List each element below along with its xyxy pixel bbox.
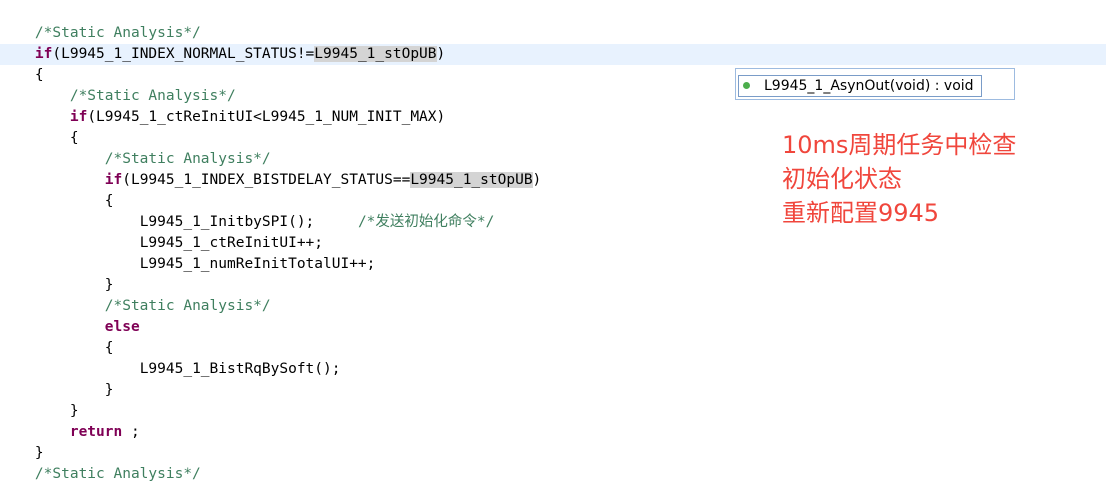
code-brace: { xyxy=(104,340,114,356)
code-line: } xyxy=(0,380,1106,401)
code-line: /*Static Analysis*/ xyxy=(0,464,1106,485)
code-text: ; xyxy=(122,424,140,440)
keyword-if: if xyxy=(69,109,88,125)
annotation-line: 初始化状态 xyxy=(782,165,902,193)
method-icon xyxy=(743,82,750,89)
autocomplete-item[interactable]: L9945_1_AsynOut(void) : void xyxy=(738,75,982,97)
code-brace: } xyxy=(104,382,114,398)
code-text: L9945_1_numReInitTotalUI++; xyxy=(139,256,376,272)
code-line: else xyxy=(0,317,1106,338)
code-text: ) xyxy=(436,46,446,62)
code-text: L9945_1_BistRqBySoft(); xyxy=(139,361,341,377)
annotation-note: 10ms周期任务中检查 初始化状态 重新配置9945 xyxy=(782,128,1016,230)
annotation-line: 10ms周期任务中检查 xyxy=(782,131,1017,159)
code-brace: } xyxy=(34,445,44,461)
code-line: } xyxy=(0,275,1106,296)
highlighted-identifier: L9945_1_stOpUB xyxy=(410,172,533,188)
code-line-current: if(L9945_1_INDEX_NORMAL_STATUS!=L9945_1_… xyxy=(0,44,1106,65)
autocomplete-popup[interactable]: L9945_1_AsynOut(void) : void xyxy=(735,68,1015,100)
code-comment: /*Static Analysis*/ xyxy=(104,151,271,167)
code-text: (L9945_1_INDEX_BISTDELAY_STATUS== xyxy=(122,172,411,188)
code-text: (L9945_1_ctReInitUI<L9945_1_NUM_INIT_MAX… xyxy=(87,109,446,125)
code-line: /*Static Analysis*/ xyxy=(0,296,1106,317)
code-comment: /*发送初始化命令*/ xyxy=(357,214,495,230)
code-line: } xyxy=(0,443,1106,464)
code-text: L9945_1_InitbySPI(); xyxy=(139,214,315,230)
code-comment: /*Static Analysis*/ xyxy=(34,466,201,482)
code-brace: } xyxy=(104,277,114,293)
keyword-if: if xyxy=(34,46,53,62)
keyword-return: return xyxy=(69,424,123,440)
keyword-if: if xyxy=(104,172,123,188)
keyword-else: else xyxy=(104,319,140,335)
code-comment: /*Static Analysis*/ xyxy=(34,25,201,41)
code-line: L9945_1_ctReInitUI++; xyxy=(0,233,1106,254)
autocomplete-item-label: L9945_1_AsynOut(void) : void xyxy=(764,78,974,94)
code-comment: /*Static Analysis*/ xyxy=(69,88,236,104)
code-text: (L9945_1_INDEX_NORMAL_STATUS!= xyxy=(52,46,315,62)
code-brace: } xyxy=(69,403,79,419)
code-text: L9945_1_ctReInitUI++; xyxy=(139,235,324,251)
code-comment: /*Static Analysis*/ xyxy=(104,298,271,314)
highlighted-identifier: L9945_1_stOpUB xyxy=(314,46,437,62)
code-brace: { xyxy=(69,130,79,146)
code-text: ) xyxy=(532,172,542,188)
code-line: L9945_1_BistRqBySoft(); xyxy=(0,359,1106,380)
code-line: if(L9945_1_ctReInitUI<L9945_1_NUM_INIT_M… xyxy=(0,107,1106,128)
code-line: } xyxy=(0,401,1106,422)
code-line: { xyxy=(0,338,1106,359)
code-brace: { xyxy=(104,193,114,209)
annotation-line: 重新配置9945 xyxy=(782,199,940,227)
code-line: L9945_1_numReInitTotalUI++; xyxy=(0,254,1106,275)
code-brace: { xyxy=(34,67,44,83)
code-line: return ; xyxy=(0,422,1106,443)
code-line: /*Static Analysis*/ xyxy=(0,23,1106,44)
